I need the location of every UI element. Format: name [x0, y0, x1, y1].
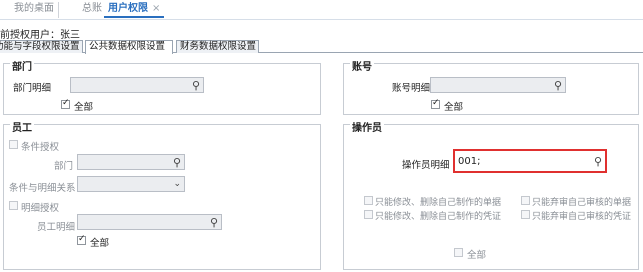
subtab-function-field-permissions[interactable]: 功能与字段权限设置 [0, 40, 83, 53]
permission-subtabs: 功能与字段权限设置 公共数据权限设置 财务数据权限设置 [0, 40, 643, 54]
operator-detail-label: 操作员明细 [402, 160, 450, 171]
operator-option-2-checkbox[interactable] [521, 196, 530, 205]
subtab-label: 功能与字段权限设置 [0, 41, 80, 52]
department-detail-field[interactable]: ⚲ [70, 77, 204, 93]
employee-all-checkbox[interactable] [77, 234, 86, 245]
department-all-checkbox[interactable] [61, 98, 70, 109]
employee-detail-label: 员工明细 [37, 222, 76, 233]
current-user-line: 前授权用户：张三 [0, 26, 80, 41]
tab-my-desktop[interactable]: 我的桌面 [10, 2, 59, 18]
close-icon[interactable]: × [152, 3, 160, 14]
tab-label: 总账 [82, 3, 102, 14]
search-icon[interactable]: ⚲ [210, 216, 218, 229]
account-all-checkbox[interactable] [431, 98, 440, 109]
tab-bar: 我的桌面 总账 用户权限 × [0, 0, 643, 20]
account-group: 账号 账号明细 ⚲ 全部 [343, 63, 639, 115]
subtab-public-data-permissions[interactable]: 公共数据权限设置 [85, 40, 173, 54]
operator-option-3-checkbox[interactable] [364, 210, 373, 219]
employee-group: 员工 条件授权 部门 ⚲ 条件与明细关系 ⌄ 明细授权 员工明细 ⚲ 全部 [3, 124, 321, 270]
subtab-label: 财务数据权限设置 [180, 41, 257, 52]
condition-relation-select[interactable]: ⌄ [77, 176, 185, 192]
account-detail-label: 账号明细 [392, 83, 431, 94]
chevron-down-icon[interactable]: ⌄ [173, 179, 181, 189]
search-icon[interactable]: ⚲ [594, 155, 602, 168]
subtab-label: 公共数据权限设置 [89, 41, 166, 52]
tab-user-permissions[interactable]: 用户权限 × [104, 2, 165, 18]
employee-dept-label: 部门 [54, 161, 74, 172]
condition-relation-label: 条件与明细关系 [9, 183, 76, 194]
account-all-label: 全部 [444, 102, 464, 113]
employee-dept-field[interactable]: ⚲ [77, 154, 185, 170]
search-icon[interactable]: ⚲ [554, 79, 562, 92]
condition-auth-checkbox[interactable] [9, 140, 18, 149]
operator-option-1-checkbox[interactable] [364, 196, 373, 205]
operator-all-checkbox[interactable] [454, 248, 463, 257]
tab-label: 用户权限 [108, 3, 148, 14]
department-group: 部门 部门明细 ⚲ 全部 [3, 63, 321, 115]
operator-detail-field[interactable]: 001; ⚲ [453, 149, 607, 173]
operator-all-label: 全部 [467, 250, 487, 261]
operator-detail-value: 001; [458, 156, 481, 167]
operator-option-4-checkbox[interactable] [521, 210, 530, 219]
detail-auth-label: 明细授权 [21, 203, 60, 214]
tab-label: 我的桌面 [14, 3, 54, 14]
search-icon[interactable]: ⚲ [192, 79, 200, 92]
tab-general-ledger[interactable]: 总账 [78, 2, 106, 18]
subtab-finance-data-permissions[interactable]: 财务数据权限设置 [176, 40, 259, 53]
employee-detail-field[interactable]: ⚲ [77, 214, 222, 230]
operator-option-2-label: 只能弃审自己审核的单据 [532, 198, 632, 208]
department-group-title: 部门 [10, 62, 34, 73]
detail-auth-checkbox[interactable] [9, 201, 18, 210]
operator-group-title: 操作员 [350, 123, 384, 134]
account-detail-field[interactable]: ⚲ [430, 77, 566, 93]
operator-group: 操作员 操作员明细 001; ⚲ 只能修改、删除自己制作的单据 只能弃审自己审核… [343, 124, 639, 270]
department-all-label: 全部 [74, 102, 94, 113]
employee-group-title: 员工 [10, 123, 34, 134]
search-icon[interactable]: ⚲ [173, 156, 181, 169]
employee-all-label: 全部 [90, 238, 110, 249]
department-detail-label: 部门明细 [13, 83, 52, 94]
condition-auth-label: 条件授权 [21, 142, 60, 153]
operator-option-3-label: 只能修改、删除自己制作的凭证 [375, 212, 502, 222]
operator-option-4-label: 只能弃审自己审核的凭证 [532, 212, 632, 222]
account-group-title: 账号 [350, 62, 374, 73]
operator-option-1-label: 只能修改、删除自己制作的单据 [375, 198, 502, 208]
